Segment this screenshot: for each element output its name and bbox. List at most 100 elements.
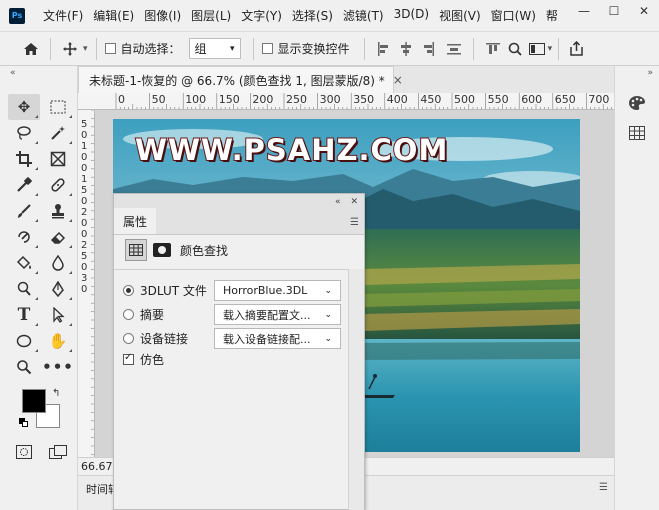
move-tool[interactable]: ✥ <box>8 94 40 120</box>
auto-select-checkbox[interactable] <box>104 43 116 54</box>
panel-menu-icon[interactable]: ☰ <box>599 482 608 493</box>
radio-3dlut[interactable] <box>123 285 134 296</box>
dropdown-3dlut-value: HorrorBlue.3DL <box>223 284 308 297</box>
panel-menu-icon[interactable]: ☰ <box>350 217 359 228</box>
paint-bucket-icon <box>16 255 31 270</box>
radio-abstract[interactable] <box>123 309 134 320</box>
healing-tool[interactable] <box>42 172 74 198</box>
vertical-ruler: 5010015020025030 <box>78 110 95 457</box>
distribute-icon[interactable] <box>443 38 465 60</box>
adjustment-title: 颜色查找 <box>180 243 229 258</box>
lasso-icon <box>17 126 31 140</box>
close-icon[interactable]: × <box>393 73 403 87</box>
paint-bucket-tool[interactable] <box>8 250 40 276</box>
marquee-tool[interactable] <box>42 94 74 120</box>
option-device-link[interactable]: 设备链接 <box>123 330 188 347</box>
menu-edit[interactable]: 编辑(E) <box>88 7 139 24</box>
shape-tool[interactable] <box>8 328 40 354</box>
maximize-button[interactable]: ☐ <box>599 0 629 22</box>
hand-tool[interactable]: ✋ <box>42 328 74 354</box>
workspace-icon[interactable] <box>526 38 548 60</box>
close-panel-icon[interactable]: ✕ <box>350 197 358 207</box>
adjustment-grid-icon[interactable] <box>125 239 147 261</box>
option-dither[interactable]: 仿色 <box>123 351 164 368</box>
options-divider <box>50 37 51 60</box>
stamp-tool[interactable] <box>42 198 74 224</box>
zoom-level[interactable]: 66.67 <box>81 460 113 473</box>
option-3dlut[interactable]: 3DLUT 文件 <box>123 282 207 299</box>
screen-mode-button[interactable] <box>42 439 74 465</box>
align-left-icon[interactable] <box>373 38 395 60</box>
align-right-icon[interactable] <box>417 38 439 60</box>
brush-tool[interactable] <box>8 198 40 224</box>
label-device-link: 设备链接 <box>140 332 189 346</box>
radio-device-link[interactable] <box>123 333 134 344</box>
menu-layer[interactable]: 图层(L) <box>186 7 236 24</box>
more-tools[interactable]: ••• <box>42 354 74 380</box>
menu-view[interactable]: 视图(V) <box>434 7 486 24</box>
frame-tool[interactable] <box>42 146 74 172</box>
collapse-icon[interactable]: « <box>10 68 16 78</box>
close-button[interactable]: ✕ <box>629 0 659 22</box>
eraser-icon <box>50 231 66 244</box>
pen-tool[interactable] <box>42 276 74 302</box>
ruler-label: 50 <box>152 93 166 106</box>
menu-window[interactable]: 窗口(W) <box>486 7 541 24</box>
show-transform-checkbox[interactable] <box>261 43 273 54</box>
menu-help[interactable]: 帮 <box>541 7 563 24</box>
option-abstract[interactable]: 摘要 <box>123 306 164 323</box>
move-tool-icon[interactable] <box>59 38 81 60</box>
expand-icon[interactable]: » <box>647 68 653 78</box>
ruler-label: 100 <box>185 93 206 106</box>
layer-mask-icon[interactable] <box>153 243 171 257</box>
properties-body: 3DLUT 文件 HorrorBlue.3DL ⌄ 摘要 载入摘要配置文... … <box>114 269 348 510</box>
chevron-down-icon[interactable]: ▾ <box>548 44 553 54</box>
magic-wand-tool[interactable] <box>42 120 74 146</box>
dropdown-3dlut[interactable]: HorrorBlue.3DL ⌄ <box>214 280 341 301</box>
swatches-grid-icon[interactable] <box>623 122 651 144</box>
menu-file[interactable]: 文件(F) <box>38 7 88 24</box>
type-tool[interactable]: T <box>8 302 40 328</box>
menu-image[interactable]: 图像(I) <box>139 7 186 24</box>
dropdown-device-link[interactable]: 载入设备链接配... ⌄ <box>214 328 341 349</box>
properties-panel: « ✕ 属性 ☰ 颜色查找 3DLUT 文件 HorrorBlue.3DL ⌄ … <box>113 193 365 510</box>
foreground-color-swatch[interactable] <box>22 389 46 413</box>
menu-type[interactable]: 文字(Y) <box>236 7 287 24</box>
dither-checkbox[interactable] <box>123 352 134 365</box>
ruler-label: 0 <box>118 93 125 106</box>
home-icon[interactable] <box>20 38 42 60</box>
crop-tool[interactable] <box>8 146 40 172</box>
auto-select-dropdown[interactable]: 组 ▾ <box>188 38 241 59</box>
document-tab[interactable]: 未标题-1-恢复的 @ 66.7% (颜色查找 1, 图层蒙版/8) * × <box>78 66 403 93</box>
options-divider <box>558 37 560 60</box>
menu-3d[interactable]: 3D(D) <box>389 7 434 24</box>
tab-properties[interactable]: 属性 <box>114 208 157 234</box>
dropdown-abstract[interactable]: 载入摘要配置文... ⌄ <box>214 304 341 325</box>
blur-tool[interactable] <box>42 250 74 276</box>
lasso-tool[interactable] <box>8 120 40 146</box>
dodge-tool[interactable] <box>8 276 40 302</box>
quick-mask-button[interactable] <box>8 439 40 465</box>
eraser-tool[interactable] <box>42 224 74 250</box>
menu-select[interactable]: 选择(S) <box>287 7 338 24</box>
collapse-panel-icon[interactable]: « <box>335 197 341 207</box>
chevron-down-icon[interactable]: ▾ <box>83 44 88 54</box>
ellipse-icon <box>16 334 32 348</box>
minimize-button[interactable]: — <box>569 0 599 22</box>
share-icon[interactable] <box>565 38 587 60</box>
zoom-tool[interactable] <box>8 354 40 380</box>
menu-filter[interactable]: 滤镜(T) <box>338 7 389 24</box>
properties-scrollbar[interactable] <box>348 269 364 510</box>
chevron-down-icon: ⌄ <box>324 309 332 320</box>
swap-colors-icon[interactable]: ↰ <box>52 388 60 399</box>
history-brush-tool[interactable] <box>8 224 40 250</box>
search-icon[interactable] <box>504 38 526 60</box>
color-palette-icon[interactable] <box>623 92 651 114</box>
align-top-icon[interactable] <box>482 38 504 60</box>
default-colors-icon[interactable] <box>19 418 29 428</box>
align-center-icon[interactable] <box>395 38 417 60</box>
path-select-tool[interactable] <box>42 302 74 328</box>
eyedropper-tool[interactable] <box>8 172 40 198</box>
quick-mask-icon <box>16 445 32 459</box>
history-brush-icon <box>18 231 30 243</box>
